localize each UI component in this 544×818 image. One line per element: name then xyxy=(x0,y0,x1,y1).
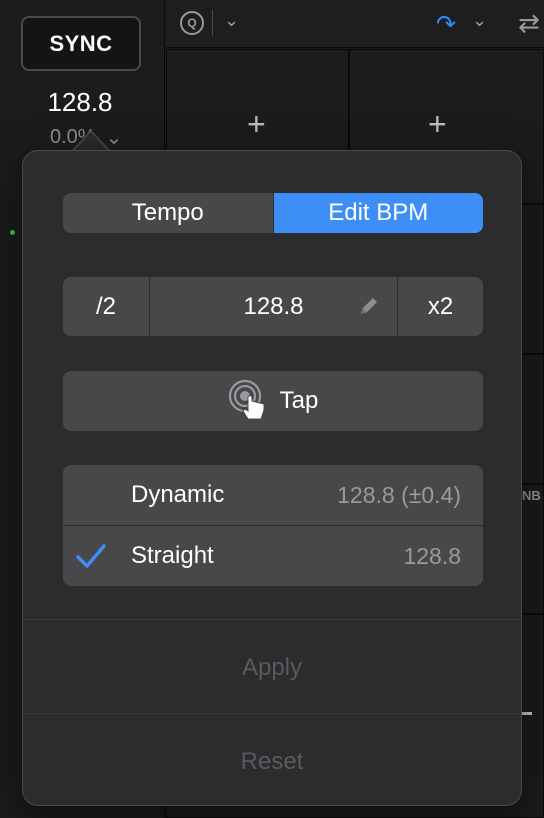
mode-option-dynamic[interactable]: Dynamic 128.8 (±0.4) xyxy=(63,465,483,525)
top-toolbar: Q ⌄ ↷ ⌄ ⇄ xyxy=(166,0,544,48)
app-window: SYNC 128.8 0.0% ⌄ Q ⌄ ↷ ⌄ ⇄ + + NB Tempo… xyxy=(0,0,544,818)
pencil-icon[interactable] xyxy=(357,294,381,318)
mode-label: Straight xyxy=(131,542,214,569)
double-bpm-button[interactable]: x2 xyxy=(397,277,483,336)
partial-label: NB xyxy=(522,488,541,503)
tap-tempo-button[interactable]: Tap xyxy=(63,371,483,431)
bpm-popover: Tempo Edit BPM /2 128.8 x2 Tap Dynamic 1… xyxy=(22,150,522,806)
tab-tempo[interactable]: Tempo xyxy=(63,193,273,233)
bpm-editor: /2 128.8 x2 xyxy=(63,277,483,336)
chevron-down-icon[interactable]: ⌄ xyxy=(472,10,487,31)
checkmark-icon xyxy=(76,544,106,568)
bpm-mode-list: Dynamic 128.8 (±0.4) Straight 128.8 xyxy=(63,465,483,586)
tab-edit-bpm[interactable]: Edit BPM xyxy=(272,193,483,233)
add-pad-icon[interactable]: + xyxy=(428,106,447,143)
tempo-readout[interactable]: 128.8 xyxy=(20,87,140,118)
reset-button[interactable]: Reset xyxy=(23,742,521,782)
mode-value: 128.8 (±0.4) xyxy=(337,481,461,508)
add-pad-icon[interactable]: + xyxy=(247,106,266,143)
quantize-icon[interactable]: Q xyxy=(180,11,204,35)
popover-arrow-fill xyxy=(73,132,109,152)
apply-button[interactable]: Apply xyxy=(23,648,521,688)
tap-touch-icon xyxy=(228,379,265,420)
divider xyxy=(23,713,521,714)
loop-icon[interactable]: ⇄ xyxy=(518,8,540,39)
divider xyxy=(23,619,521,620)
bpm-value: 128.8 xyxy=(243,292,304,320)
redo-icon[interactable]: ↷ xyxy=(436,10,456,39)
tap-label: Tap xyxy=(279,387,319,414)
bpm-value-field[interactable]: 128.8 xyxy=(150,277,397,336)
mode-value: 128.8 xyxy=(403,542,461,569)
mode-option-straight[interactable]: Straight 128.8 xyxy=(63,525,483,586)
chevron-down-icon[interactable]: ⌄ xyxy=(224,10,239,31)
partial-dash xyxy=(522,712,532,715)
mode-label: Dynamic xyxy=(131,481,225,508)
mode-segmented-control: Tempo Edit BPM xyxy=(63,193,483,233)
status-indicator-dot xyxy=(10,230,15,235)
halve-bpm-button[interactable]: /2 xyxy=(63,277,150,336)
sync-button[interactable]: SYNC xyxy=(21,16,141,71)
toolbar-divider xyxy=(212,10,213,36)
